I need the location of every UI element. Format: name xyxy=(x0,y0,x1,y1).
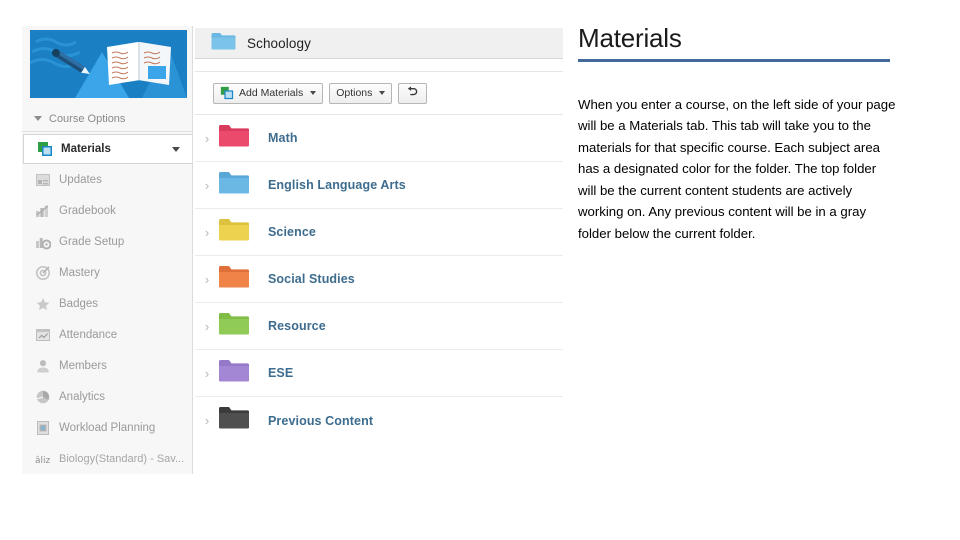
materials-toolbar: Add Materials Options xyxy=(195,71,563,115)
course-sidebar: Course Options Materials Updates Gradebo… xyxy=(22,26,193,474)
undo-button[interactable] xyxy=(398,82,428,104)
table-row[interactable]: › Resource xyxy=(195,303,563,350)
attendance-icon xyxy=(34,326,51,343)
chevron-right-icon[interactable]: › xyxy=(199,320,215,333)
add-materials-icon xyxy=(220,86,234,100)
sidebar-item-analytics[interactable]: Analytics xyxy=(22,381,192,412)
sidebar-item-label: Mastery xyxy=(59,266,100,279)
workload-planning-icon xyxy=(34,419,51,436)
table-row[interactable]: › ESE xyxy=(195,350,563,397)
badges-icon xyxy=(34,295,51,312)
sidebar-item-materials[interactable]: Materials xyxy=(23,134,192,164)
sidebar-item-label: Grade Setup xyxy=(59,235,125,248)
sidebar-item-gradebook[interactable]: Gradebook xyxy=(22,195,192,226)
sidebar-item-label: Updates xyxy=(59,173,102,186)
sidebar-item-label: Badges xyxy=(59,297,99,310)
sidebar-item-label: Members xyxy=(59,359,107,372)
materials-icon xyxy=(36,141,53,158)
sidebar-item-label: Biology(Standard) - Sav... xyxy=(59,452,185,465)
add-materials-label: Add Materials xyxy=(239,87,304,99)
folder-name: Previous Content xyxy=(268,413,374,428)
course-icon: âliz xyxy=(34,450,51,467)
sidebar-item-badges[interactable]: Badges xyxy=(22,288,192,319)
sidebar-item-updates[interactable]: Updates xyxy=(22,164,192,195)
folder-name: Resource xyxy=(268,319,326,333)
chevron-down-icon[interactable] xyxy=(172,146,180,152)
materials-folder-list: › Math › English Language Arts › Science xyxy=(195,115,563,444)
chevron-right-icon[interactable]: › xyxy=(199,226,215,239)
folder-name: Social Studies xyxy=(268,272,355,286)
table-row[interactable]: › Previous Content xyxy=(195,397,563,444)
folder-name: English Language Arts xyxy=(268,178,406,192)
sidebar-item-course[interactable]: âliz Biology(Standard) - Sav... xyxy=(22,443,192,474)
folder-icon-ese xyxy=(219,359,249,388)
chevron-right-icon[interactable]: › xyxy=(199,273,215,286)
folder-icon-science xyxy=(219,218,249,247)
table-row[interactable]: › Math xyxy=(195,115,563,162)
sidebar-item-mastery[interactable]: Mastery xyxy=(22,257,192,288)
sidebar-item-label: Materials xyxy=(61,143,111,155)
course-nav-list: Materials Updates Gradebook Grade Setup … xyxy=(22,134,192,474)
page-title: Schoology xyxy=(247,35,311,51)
chevron-right-icon[interactable]: › xyxy=(199,367,215,380)
course-banner-illustration xyxy=(30,30,187,98)
table-row[interactable]: › Social Studies xyxy=(195,256,563,303)
folder-icon-social-studies xyxy=(219,265,249,294)
members-icon xyxy=(34,357,51,374)
undo-arrow-icon xyxy=(406,85,419,101)
analytics-icon xyxy=(34,388,51,405)
sidebar-item-label: Attendance xyxy=(59,328,118,341)
chevron-right-icon[interactable]: › xyxy=(199,132,215,145)
chevron-right-icon[interactable]: › xyxy=(199,179,215,192)
options-label: Options xyxy=(336,87,373,99)
svg-text:âliz: âliz xyxy=(35,456,51,466)
sidebar-item-members[interactable]: Members xyxy=(22,350,192,381)
folder-icon-blue xyxy=(211,31,236,56)
folder-icon-math xyxy=(219,124,249,153)
explanation-column: Materials When you enter a course, on th… xyxy=(578,22,918,257)
sidebar-item-attendance[interactable]: Attendance xyxy=(22,319,192,350)
sidebar-item-label: Analytics xyxy=(59,390,106,403)
mastery-icon xyxy=(34,264,51,281)
heading-underline xyxy=(578,58,890,62)
schoology-screenshot-panel: Course Options Materials Updates Gradebo… xyxy=(0,0,566,540)
course-options-toggle[interactable]: Course Options xyxy=(22,106,192,132)
sidebar-item-label: Workload Planning xyxy=(59,421,156,434)
materials-header: Schoology xyxy=(195,28,563,59)
sidebar-item-label: Gradebook xyxy=(59,204,116,217)
folder-name: ESE xyxy=(268,366,294,380)
table-row[interactable]: › Science xyxy=(195,209,563,256)
materials-main-panel: Schoology Add Materials Options › Math ›… xyxy=(195,28,563,476)
updates-icon xyxy=(34,171,51,188)
folder-icon-resource xyxy=(219,312,249,341)
options-button[interactable]: Options xyxy=(329,82,393,104)
folder-icon-english-language-arts xyxy=(219,171,249,200)
page-heading: Materials xyxy=(578,23,682,53)
chevron-down-icon xyxy=(379,91,386,95)
sidebar-item-workload-planning[interactable]: Workload Planning xyxy=(22,412,192,443)
table-row[interactable]: › English Language Arts xyxy=(195,162,563,209)
sidebar-item-grade-setup[interactable]: Grade Setup xyxy=(22,226,192,257)
chevron-down-icon xyxy=(34,116,42,121)
course-options-label: Course Options xyxy=(49,112,126,125)
gradebook-icon xyxy=(34,202,51,219)
chevron-right-icon[interactable]: › xyxy=(199,414,215,427)
add-materials-button[interactable]: Add Materials xyxy=(213,82,324,104)
folder-icon-previous-content xyxy=(219,406,249,435)
folder-name: Science xyxy=(268,225,316,239)
explanation-paragraph: When you enter a course, on the left sid… xyxy=(578,96,896,241)
folder-name: Math xyxy=(268,131,298,145)
chevron-down-icon xyxy=(310,91,317,95)
grade-setup-icon xyxy=(34,233,51,250)
